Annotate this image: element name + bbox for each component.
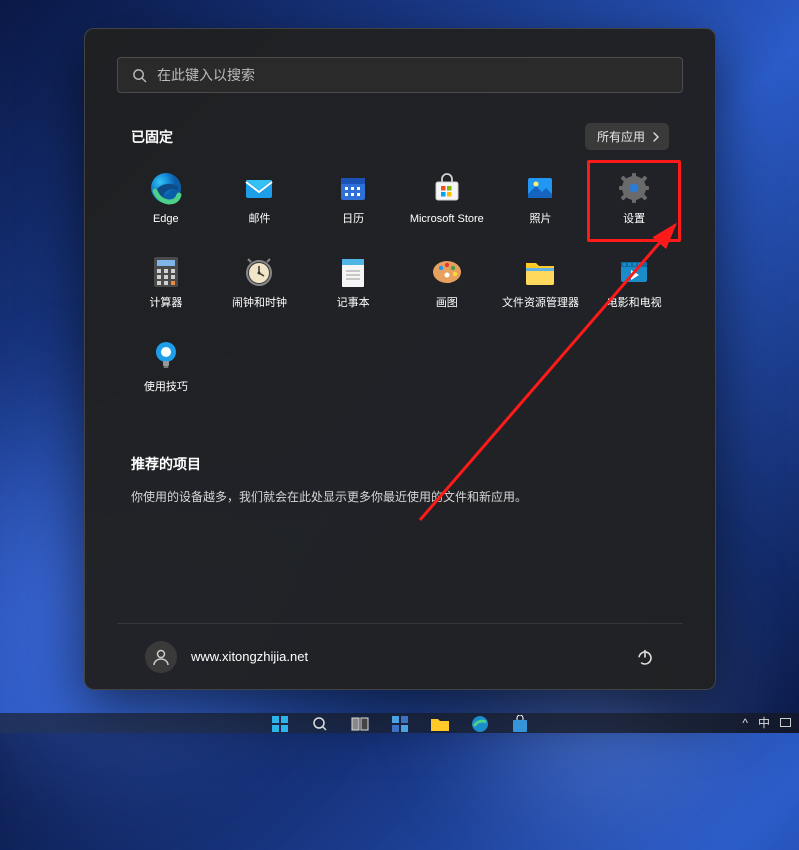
app-settings[interactable]: 设置 [587,160,681,242]
photos-icon [524,172,556,204]
power-icon [636,648,654,666]
gear-icon [617,171,651,205]
widgets-icon [391,715,409,733]
recommended-text: 你使用的设备越多，我们就会在此处显示更多你最近使用的文件和新应用。 [131,488,669,505]
all-apps-button[interactable]: 所有应用 [585,123,669,150]
username: www.xitongzhijia.net [191,649,308,664]
app-label: 设置 [623,213,645,226]
tray-network-icon[interactable] [780,718,791,727]
user-button[interactable]: www.xitongzhijia.net [137,635,316,679]
tb-store[interactable] [507,715,533,733]
app-label: 画图 [436,297,458,310]
tb-start[interactable] [267,715,293,733]
search-box[interactable] [117,57,683,93]
clock-icon [243,256,275,288]
calendar-icon [337,172,369,204]
power-button[interactable] [627,639,663,675]
app-label: 日历 [342,213,364,226]
taskbar [0,713,799,733]
app-label: 照片 [529,213,551,226]
recommended-section: 推荐的项目 你使用的设备越多，我们就会在此处显示更多你最近使用的文件和新应用。 [117,454,683,505]
app-label: 邮件 [248,213,270,226]
app-store[interactable]: Microsoft Store [400,160,494,242]
movies-icon [618,256,650,288]
tips-icon [150,339,182,373]
app-label: 电影和电视 [607,297,662,310]
avatar [145,641,177,673]
edge-icon [471,715,489,733]
app-label: Edge [153,213,179,226]
pinned-title: 已固定 [131,127,173,147]
app-mail[interactable]: 邮件 [213,160,307,242]
store-icon [511,715,529,733]
calculator-icon [151,255,181,289]
edge-icon [149,171,183,205]
folder-icon [523,257,557,287]
app-label: 使用技巧 [144,381,188,394]
app-paint[interactable]: 画图 [400,244,494,326]
tb-explorer[interactable] [427,715,453,733]
store-icon [431,172,463,204]
tb-search[interactable] [307,715,333,733]
app-notepad[interactable]: 记事本 [306,244,400,326]
search-icon [132,68,147,83]
all-apps-label: 所有应用 [597,128,645,145]
paint-icon [430,255,464,289]
app-label: 文件资源管理器 [502,297,579,310]
app-label: 记事本 [337,297,370,310]
mail-icon [243,172,275,204]
recommended-title: 推荐的项目 [131,454,669,474]
person-icon [151,647,171,667]
search-icon [312,716,328,732]
taskview-icon [351,717,369,731]
app-tips[interactable]: 使用技巧 [119,328,213,410]
start-footer: www.xitongzhijia.net [117,623,683,689]
app-explorer[interactable]: 文件资源管理器 [494,244,588,326]
app-edge[interactable]: Edge [119,160,213,242]
tray-ime-icon[interactable]: 中 [758,714,770,731]
app-label: Microsoft Store [410,213,484,226]
tb-taskview[interactable] [347,715,373,733]
notepad-icon [338,255,368,289]
tb-widgets[interactable] [387,715,413,733]
folder-icon [430,716,450,732]
tb-edge[interactable] [467,715,493,733]
app-photos[interactable]: 照片 [494,160,588,242]
app-label: 闹钟和时钟 [232,297,287,310]
app-calendar[interactable]: 日历 [306,160,400,242]
system-tray: ^ 中 [742,714,791,731]
app-label: 计算器 [149,297,182,310]
search-input[interactable] [157,67,668,83]
tray-chevron-icon[interactable]: ^ [742,716,748,730]
windows-icon [271,715,289,733]
chevron-right-icon [651,132,661,142]
app-calculator[interactable]: 计算器 [119,244,213,326]
app-movies[interactable]: 电影和电视 [587,244,681,326]
app-clock[interactable]: 闹钟和时钟 [213,244,307,326]
start-menu: 已固定 所有应用 Edge 邮件 日历 Microsoft Store 照片 [84,28,716,690]
pinned-grid: Edge 邮件 日历 Microsoft Store 照片 设置 计算器 [117,160,683,410]
